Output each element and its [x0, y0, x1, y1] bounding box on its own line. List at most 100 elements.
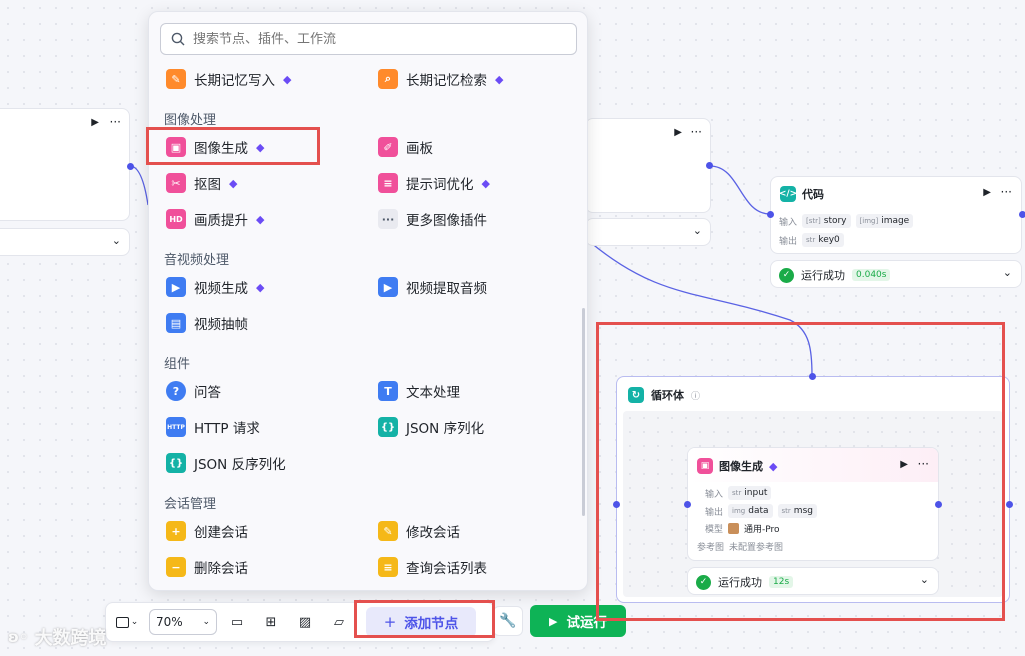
middle-node[interactable]: ▶ ··· — [585, 118, 711, 213]
json-deserialize-icon: {} — [166, 453, 186, 473]
edit-frame-icon: ▱ — [334, 614, 344, 630]
hd-icon: HD — [166, 209, 186, 229]
wrench-icon: 🔧 — [499, 613, 517, 629]
more-options-icon[interactable]: ··· — [110, 115, 121, 129]
comment-icon: ▭ — [230, 614, 244, 630]
menu-item-list-sessions[interactable]: ≡ 查询会话列表 — [378, 555, 487, 579]
menu-item-http-request[interactable]: HTTP HTTP 请求 — [166, 415, 260, 439]
code-node[interactable]: </> 代码 ▶ ··· 输入 [str] story [img] image 输出… — [770, 176, 1022, 254]
run-node-icon[interactable]: ▶ — [983, 187, 991, 198]
input-label: 输入 — [779, 217, 798, 228]
menu-item-json-deserialize[interactable]: {} JSON 反序列化 — [166, 451, 286, 475]
menu-item-prompt-optimize[interactable]: ≡ 提示词优化 ◆ — [378, 171, 490, 195]
prompt-optimize-icon: ≡ — [378, 173, 398, 193]
menu-item-video-audio[interactable]: ▶ 视频提取音频 — [378, 275, 487, 299]
watermark-logo-icon: ʚ◦ — [8, 628, 29, 646]
video-generate-icon: ▶ — [166, 277, 186, 297]
highlight-image-generate — [146, 127, 320, 165]
premium-diamond-icon: ◆ — [283, 72, 292, 86]
highlight-add-node — [354, 600, 495, 638]
menu-item-more-image-plugins[interactable]: ··· 更多图像插件 — [378, 207, 487, 231]
highlight-loop-node — [596, 322, 1005, 621]
play-icon: ▶ — [549, 614, 558, 628]
search-icon — [171, 32, 185, 46]
http-icon: HTTP — [166, 417, 186, 437]
output-port[interactable] — [706, 162, 713, 169]
left-node-status[interactable]: ⌄ — [0, 228, 130, 256]
chevron-down-icon[interactable]: ⌄ — [693, 224, 702, 237]
more-options-icon[interactable]: ··· — [691, 125, 702, 139]
comment-button[interactable]: ▭ — [226, 609, 248, 635]
input-tag-story: [str] story — [802, 214, 851, 228]
memory-search-icon: ⌕ — [378, 69, 398, 89]
debug-tool-button[interactable]: 🔧 — [493, 606, 523, 636]
section-title-components: 组件 — [164, 357, 191, 372]
premium-diamond-icon: ◆ — [256, 212, 265, 226]
create-session-icon: + — [166, 521, 186, 541]
menu-item-video-frame[interactable]: ▤ 视频抽帧 — [166, 311, 248, 335]
menu-item-qa[interactable]: ? 问答 — [166, 379, 221, 403]
section-title-av: 音视频处理 — [164, 253, 230, 268]
minimap-icon — [115, 616, 129, 628]
run-node-icon[interactable]: ▶ — [674, 127, 682, 138]
output-port[interactable] — [1019, 211, 1025, 218]
menu-item-create-session[interactable]: + 创建会话 — [166, 519, 248, 543]
cutout-icon: ✂ — [166, 173, 186, 193]
video-frame-icon: ▤ — [166, 313, 186, 333]
chevron-down-icon: ⌄ — [130, 617, 139, 627]
code-node-title: 代码 — [802, 188, 824, 201]
video-audio-icon: ▶ — [378, 277, 398, 297]
zoom-value: 70% — [156, 615, 183, 629]
menu-item-cutout[interactable]: ✂ 抠图 ◆ — [166, 171, 237, 195]
edit-frame-button[interactable]: ▱ — [328, 609, 350, 635]
section-title-session: 会话管理 — [164, 497, 217, 512]
output-label: 输出 — [779, 236, 798, 247]
premium-diamond-icon: ◆ — [495, 72, 504, 86]
middle-node-status[interactable]: ⌄ — [585, 218, 711, 246]
qa-icon: ? — [166, 381, 186, 401]
status-text: 运行成功 — [801, 269, 845, 282]
menu-item-video-generate[interactable]: ▶ 视频生成 ◆ — [166, 275, 264, 299]
input-port[interactable] — [767, 211, 774, 218]
input-tag-image: [img] image — [855, 214, 914, 228]
code-icon: </> — [779, 186, 797, 202]
json-serialize-icon: {} — [378, 417, 398, 437]
menu-item-json-serialize[interactable]: {} JSON 序列化 — [378, 415, 484, 439]
menu-item-canvas[interactable]: ✐ 画板 — [378, 135, 433, 159]
minimap-toggle-button[interactable]: ⌄ — [111, 609, 143, 635]
more-icon: ··· — [378, 209, 398, 229]
text-process-icon: T — [378, 381, 398, 401]
delete-session-icon: − — [166, 557, 186, 577]
menu-item-edit-session[interactable]: ✎ 修改会话 — [378, 519, 460, 543]
scrollbar[interactable] — [582, 308, 585, 516]
search-input[interactable] — [193, 31, 553, 47]
premium-diamond-icon: ◆ — [229, 176, 238, 190]
premium-diamond-icon: ◆ — [256, 280, 265, 294]
layout-button[interactable]: ⊞ — [260, 609, 282, 635]
zoom-select[interactable]: 70% ⌄ — [149, 609, 217, 635]
success-check-icon: ✓ — [779, 267, 794, 283]
chevron-down-icon: ⌄ — [202, 617, 210, 627]
section-title-image: 图像处理 — [164, 113, 217, 128]
image-icon: ▨ — [298, 614, 312, 630]
menu-item-memory-write[interactable]: ✎ 长期记忆写入 ◆ — [166, 67, 291, 91]
menu-item-hd-upscale[interactable]: HD 画质提升 ◆ — [166, 207, 264, 231]
menu-item-delete-session[interactable]: − 删除会话 — [166, 555, 248, 579]
output-port[interactable] — [127, 163, 134, 170]
loop-output-port[interactable] — [1006, 501, 1013, 508]
image-button[interactable]: ▨ — [294, 609, 316, 635]
search-box[interactable] — [160, 23, 577, 55]
left-node[interactable]: ▶ ··· — [0, 108, 130, 221]
menu-item-text-process[interactable]: T 文本处理 — [378, 379, 460, 403]
code-node-status[interactable]: ✓ 运行成功 0.040s ⌄ — [770, 260, 1022, 288]
output-tag-key0: str key0 — [802, 233, 844, 247]
edit-session-icon: ✎ — [378, 521, 398, 541]
run-node-icon[interactable]: ▶ — [91, 117, 99, 128]
chevron-down-icon[interactable]: ⌄ — [1003, 266, 1012, 279]
grid-layout-icon: ⊞ — [265, 614, 277, 630]
chevron-down-icon[interactable]: ⌄ — [112, 234, 121, 247]
time-badge: 0.040s — [852, 269, 891, 281]
more-options-icon[interactable]: ··· — [1001, 185, 1012, 199]
menu-item-memory-search[interactable]: ⌕ 长期记忆检索 ◆ — [378, 67, 503, 91]
premium-diamond-icon: ◆ — [481, 176, 490, 190]
